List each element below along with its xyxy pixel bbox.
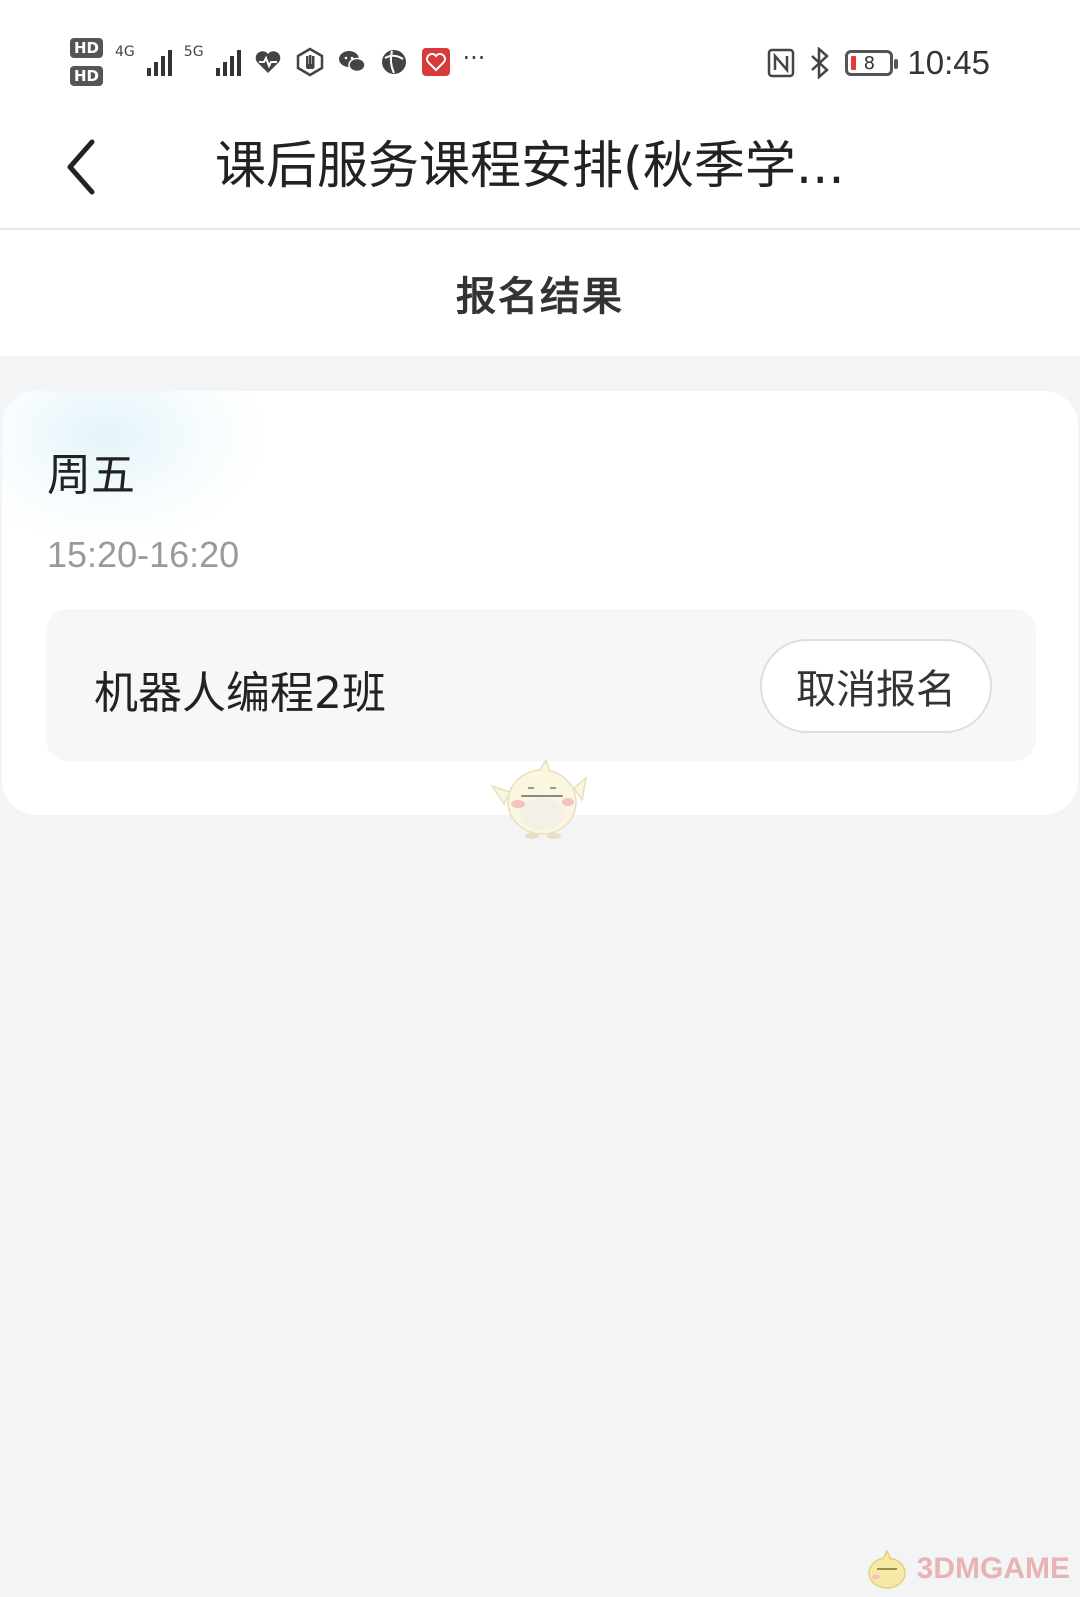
pinduoduo-icon [421, 48, 450, 76]
hand-icon [296, 47, 323, 77]
signal-icon-2 [215, 48, 241, 76]
course-name: 机器人编程2班 [94, 668, 386, 719]
time-range: 15:20-16:20 [47, 534, 240, 575]
nav-bar: 课后服务课程安排(秋季学... [0, 110, 1080, 230]
page-title: 课后服务课程安排(秋季学... [215, 137, 845, 196]
signal-icon [146, 48, 172, 76]
section-title: 报名结果 [456, 274, 624, 320]
watermark-logo-icon [867, 1549, 906, 1589]
status-bar-left: HD HD 4G 5G ··· [70, 38, 485, 86]
section-header: 报名结果 [0, 230, 1080, 356]
status-time: 10:45 [907, 44, 990, 81]
cancel-registration-button[interactable]: 取消报名 [760, 639, 992, 733]
day-label: 周五 [47, 450, 135, 501]
battery-icon: 8 [845, 50, 899, 76]
network-type-2: 5G [183, 44, 204, 60]
hd-indicators: HD HD [70, 38, 104, 86]
card-decoration [2, 391, 272, 551]
hd-badge-1: HD [70, 38, 104, 58]
status-bar-right: 8 10:45 [767, 44, 990, 82]
nfc-icon [768, 48, 795, 78]
bluetooth-icon [811, 47, 830, 79]
battery-level-bar [851, 56, 857, 70]
browser-icon [381, 50, 406, 74]
chevron-left-icon [67, 139, 95, 195]
watermark-text: 3DMGAME [916, 1552, 1070, 1585]
battery-level-text: 8 [863, 52, 876, 74]
hd-badge-2: HD [70, 66, 104, 86]
heart-rate-icon [255, 51, 280, 73]
course-row: 机器人编程2班 取消报名 [46, 609, 1036, 761]
wechat-icon [338, 51, 366, 73]
network-type-1: 4G [115, 44, 135, 60]
back-button[interactable] [60, 132, 120, 202]
status-bar: HD HD 4G 5G ··· 8 10:45 [0, 0, 1080, 110]
more-indicator: ··· [462, 44, 486, 72]
watermark: 3DMGAME [861, 1547, 1070, 1591]
chick-mascot-icon [490, 758, 588, 839]
